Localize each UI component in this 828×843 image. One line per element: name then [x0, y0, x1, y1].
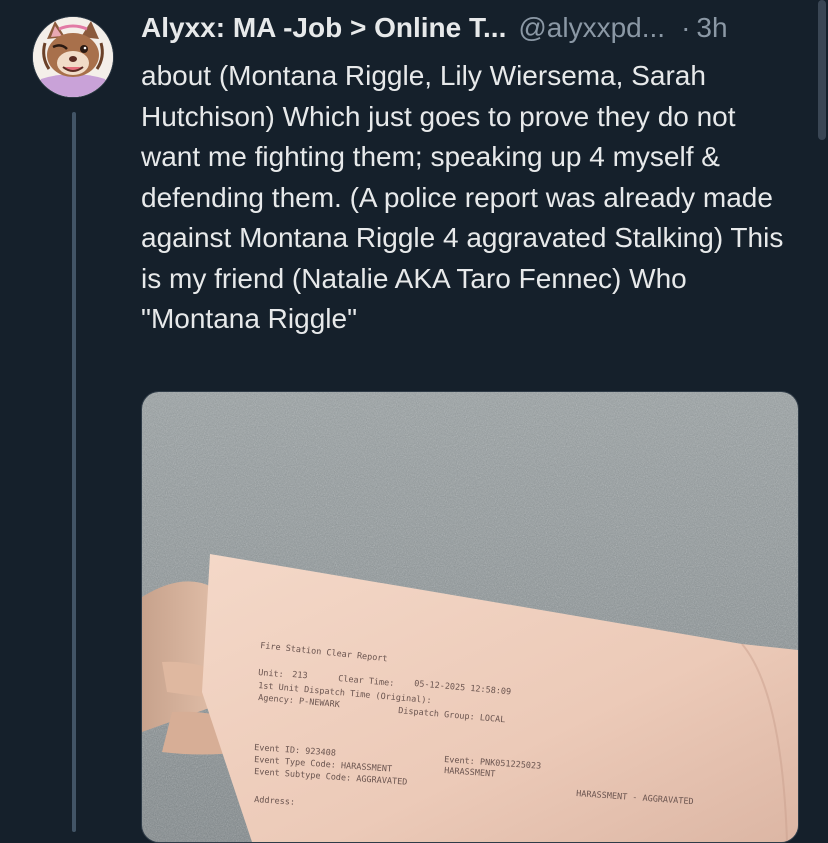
avatar-fox-icon	[33, 17, 113, 97]
tweet-text: about (Montana Riggle, Lily Wiersema, Sa…	[141, 60, 784, 334]
thread-connector-line	[72, 112, 76, 832]
tweet-photo[interactable]: Fire Station Clear Report Unit: 213 Clea…	[141, 391, 799, 843]
avatar[interactable]	[32, 16, 114, 98]
user-handle[interactable]: @alyxxpd...	[518, 12, 665, 44]
separator-dot: ·	[681, 12, 691, 43]
photo-image: Fire Station Clear Report Unit: 213 Clea…	[142, 392, 798, 842]
timestamp[interactable]: 3h	[696, 12, 727, 44]
scrollbar[interactable]	[818, 0, 826, 140]
unit-value: 213	[292, 670, 308, 681]
display-name[interactable]: Alyxx: MA -Job > Online T...	[141, 12, 506, 44]
tweet-header: Alyxx: MA -Job > Online T... @alyxxpd...…	[141, 8, 801, 48]
